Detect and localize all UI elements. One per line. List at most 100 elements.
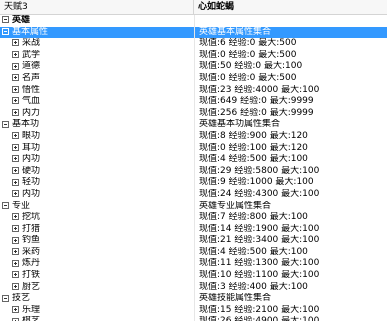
property-name-cell[interactable]: 基本属性	[0, 26, 194, 39]
property-value-cell[interactable]: 现值:14 经验:1900 最大:100	[194, 223, 387, 236]
property-value-cell[interactable]: 英雄基本属性集合	[194, 26, 387, 39]
property-value-cell[interactable]: 现值:6 经验:0 最大:500	[194, 38, 387, 50]
property-row[interactable]: 悟性 现值:23 经验:4000 最大:100	[0, 84, 387, 97]
property-row[interactable]: 棋艺 现值:26 经验:4900 最大:100	[0, 316, 387, 321]
property-value-cell[interactable]: 英雄基本功属性集合	[194, 119, 387, 131]
property-row[interactable]: 眼功 现值:8 经验:900 最大:120	[0, 130, 387, 143]
property-name-cell[interactable]: 专业	[0, 201, 194, 213]
expand-plus-icon[interactable]	[12, 190, 19, 198]
collapse-minus-icon[interactable]	[2, 294, 9, 302]
property-name-cell[interactable]: 内功	[0, 154, 194, 166]
property-value-cell[interactable]: 现值:10 经验:1100 最大:100	[194, 270, 387, 282]
property-name-cell[interactable]: 采药	[0, 247, 194, 259]
expand-plus-icon[interactable]	[12, 213, 19, 221]
property-name-cell[interactable]: 英雄	[0, 15, 194, 27]
expand-plus-icon[interactable]	[12, 236, 19, 244]
property-value-cell[interactable]: 英雄专业属性集合	[194, 200, 387, 213]
property-value-cell[interactable]: 现值:4 经验:500 最大:100	[194, 154, 387, 166]
property-name-cell[interactable]: 硬功	[0, 166, 194, 178]
category-row[interactable]: 基本属性 英雄基本属性集合	[0, 26, 387, 39]
property-name-cell[interactable]: 耳功	[0, 143, 194, 155]
property-value-cell[interactable]: 现值:9 经验:1000 最大:100	[194, 177, 387, 189]
property-row[interactable]: 道德 现值:50 经验:0 最大:100	[0, 61, 387, 73]
property-name-cell[interactable]: 打猎	[0, 224, 194, 236]
property-name-cell[interactable]: 武学	[0, 50, 194, 62]
expand-plus-icon[interactable]	[12, 132, 19, 140]
property-value-cell[interactable]: 现值:11 经验:1300 最大:100	[194, 258, 387, 271]
expand-plus-icon[interactable]	[12, 224, 19, 232]
property-row[interactable]: 打猎 现值:14 经验:1900 最大:100	[0, 223, 387, 236]
expand-plus-icon[interactable]	[12, 97, 19, 105]
expand-plus-icon[interactable]	[12, 167, 19, 175]
expand-plus-icon[interactable]	[12, 109, 19, 117]
property-value-cell[interactable]: 现值:29 经验:5800 最大:100	[194, 165, 387, 178]
collapse-minus-icon[interactable]	[2, 16, 9, 24]
property-row[interactable]: 炼丹 现值:11 经验:1300 最大:100	[0, 258, 387, 271]
property-name-cell[interactable]: 钓鱼	[0, 235, 194, 247]
expand-plus-icon[interactable]	[12, 39, 19, 47]
expand-plus-icon[interactable]	[12, 248, 19, 256]
property-row[interactable]: 内力 现值:256 经验:0 最大:9999	[0, 107, 387, 120]
header-value-cell[interactable]: 心如蛇蝎	[194, 0, 387, 14]
property-name-cell[interactable]: 炼丹	[0, 258, 194, 270]
property-row[interactable]: 硬功 现值:29 经验:5800 最大:100	[0, 165, 387, 178]
expand-plus-icon[interactable]	[12, 74, 19, 82]
property-row[interactable]: 内功 现值:4 经验:500 最大:100	[0, 154, 387, 166]
property-value-cell[interactable]: 现值:0 经验:0 最大:500	[194, 49, 387, 62]
property-row[interactable]: 气血 现值:649 经验:0 最大:9999	[0, 96, 387, 108]
property-row[interactable]: 名声 现值:0 经验:0 最大:500	[0, 72, 387, 85]
collapse-minus-icon[interactable]	[2, 201, 9, 209]
property-value-cell[interactable]: 现值:24 经验:4300 最大:100	[194, 188, 387, 201]
property-name-cell[interactable]: 基本功	[0, 119, 194, 131]
property-row[interactable]: 厨艺 现值:3 经验:400 最大:100	[0, 281, 387, 294]
property-value-cell[interactable]: 现值:649 经验:0 最大:9999	[194, 96, 387, 108]
expand-plus-icon[interactable]	[12, 178, 19, 186]
property-row[interactable]: 钓鱼 现值:21 经验:3400 最大:100	[0, 235, 387, 247]
expand-plus-icon[interactable]	[12, 306, 19, 314]
property-row[interactable]: 采药 现值:4 经验:500 最大:100	[0, 246, 387, 259]
property-name-cell[interactable]: 棋艺	[0, 316, 194, 321]
property-name-cell[interactable]: 挖坑	[0, 212, 194, 224]
property-name-cell[interactable]: 厨艺	[0, 282, 194, 294]
expand-plus-icon[interactable]	[12, 62, 19, 70]
property-value-cell[interactable]: 英雄技能属性集合	[194, 293, 387, 305]
property-value-cell[interactable]: 现值:7 经验:800 最大:100	[194, 212, 387, 224]
expand-plus-icon[interactable]	[12, 85, 19, 93]
expand-plus-icon[interactable]	[12, 51, 19, 59]
property-name-cell[interactable]: 道德	[0, 61, 194, 73]
property-row[interactable]: 乐理 现值:15 经验:2100 最大:100	[0, 304, 387, 317]
property-value-cell[interactable]: 现值:0 经验:100 最大:120	[194, 142, 387, 155]
header-name-cell[interactable]: 天赋3	[0, 0, 194, 14]
category-row[interactable]: 英雄	[0, 15, 387, 27]
expand-plus-icon[interactable]	[12, 259, 19, 267]
property-name-cell[interactable]: 眼功	[0, 131, 194, 143]
property-value-cell[interactable]: 现值:3 经验:400 最大:100	[194, 281, 387, 294]
property-name-cell[interactable]: 内力	[0, 108, 194, 120]
property-row[interactable]: 武学 现值:0 经验:0 最大:500	[0, 49, 387, 62]
property-name-cell[interactable]: 打铁	[0, 270, 194, 282]
property-row[interactable]: 打铁 现值:10 经验:1100 最大:100	[0, 270, 387, 282]
property-row[interactable]: 内功 现值:24 经验:4300 最大:100	[0, 188, 387, 201]
property-value-cell[interactable]: 现值:4 经验:500 最大:100	[194, 246, 387, 259]
property-value-cell[interactable]: 现值:21 经验:3400 最大:100	[194, 235, 387, 247]
property-value-cell[interactable]: 现值:0 经验:0 最大:500	[194, 72, 387, 85]
category-row[interactable]: 专业 英雄专业属性集合	[0, 200, 387, 213]
property-value-cell[interactable]: 现值:50 经验:0 最大:100	[194, 61, 387, 73]
property-value-cell[interactable]: 现值:23 经验:4000 最大:100	[194, 84, 387, 97]
expand-plus-icon[interactable]	[12, 282, 19, 290]
property-name-cell[interactable]: 气血	[0, 96, 194, 108]
collapse-minus-icon[interactable]	[2, 120, 9, 128]
property-value-cell[interactable]: 现值:26 经验:4900 最大:100	[194, 316, 387, 321]
property-value-cell[interactable]: 现值:256 经验:0 最大:9999	[194, 107, 387, 120]
category-row[interactable]: 技艺 英雄技能属性集合	[0, 293, 387, 305]
expand-plus-icon[interactable]	[12, 143, 19, 151]
property-row[interactable]: 采战 现值:6 经验:0 最大:500	[0, 38, 387, 50]
expand-plus-icon[interactable]	[12, 271, 19, 279]
property-value-cell[interactable]	[194, 15, 387, 27]
property-name-cell[interactable]: 轻功	[0, 177, 194, 189]
collapse-minus-icon[interactable]	[2, 27, 9, 35]
expand-plus-icon[interactable]	[12, 155, 19, 163]
property-value-cell[interactable]: 现值:8 经验:900 最大:120	[194, 130, 387, 143]
property-row[interactable]: 轻功 现值:9 经验:1000 最大:100	[0, 177, 387, 189]
property-name-cell[interactable]: 乐理	[0, 305, 194, 317]
